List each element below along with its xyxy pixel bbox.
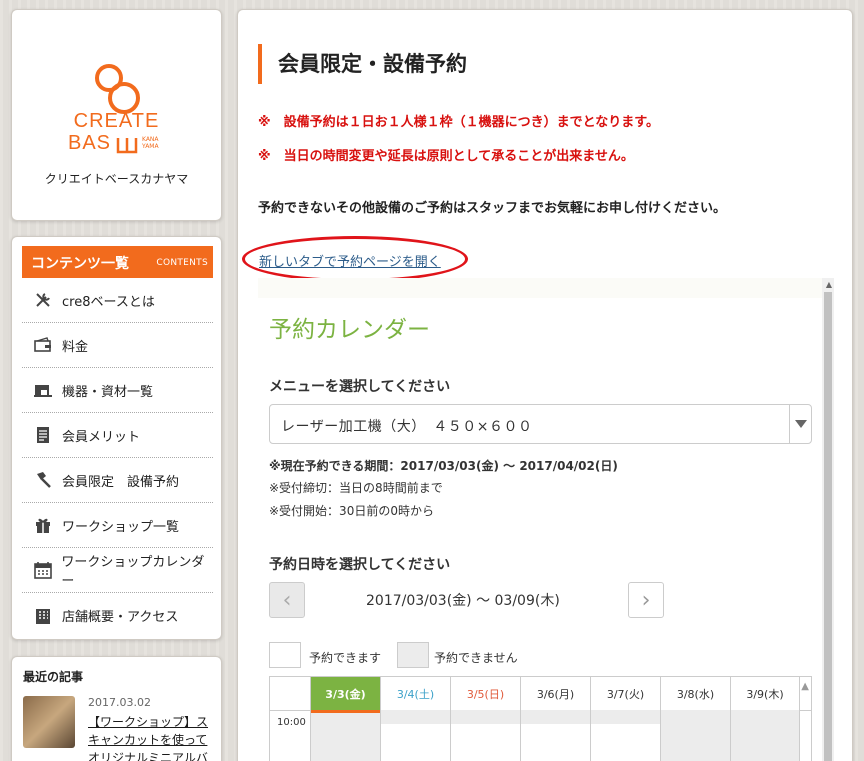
reservation-deadline: ※受付締切：当日の8時間前まで — [269, 481, 443, 495]
recent-posts: 最近の記事 2017.03.02 【ワークショップ】スキャンカットを使ってオリジ… — [11, 656, 222, 761]
chevron-down-icon[interactable] — [789, 405, 811, 443]
timeslot-cell[interactable] — [590, 710, 661, 761]
nav-item-workshop-calendar[interactable]: ワークショップカレンダー — [22, 548, 213, 593]
nav-item-label: 機器・資材一覧 — [62, 384, 154, 400]
sewing-machine-icon — [32, 379, 54, 401]
nav-item-workshop-list[interactable]: ワークショップ一覧 — [22, 503, 213, 548]
legend-unavailable: 予約できません — [434, 651, 518, 665]
post-link[interactable]: 【ワークショップ】スキャンカットを使ってオリジナルミニアルバムを作ろう — [88, 713, 216, 761]
week-range: 2017/03/03(金) ～ 03/09(木) — [366, 593, 560, 609]
timeslot-cell — [730, 710, 800, 761]
date-label: 予約日時を選択してください — [269, 557, 451, 573]
nav-item-member-merit[interactable]: 会員メリット — [22, 413, 213, 458]
logo[interactable]: CREATE BAS KANA YAMA — [12, 54, 221, 168]
tools-icon — [32, 289, 54, 311]
day-header: 3/8(水) — [660, 677, 730, 710]
nav-item-label: 料金 — [62, 339, 89, 355]
scroll-up-icon[interactable]: ▲ — [826, 280, 832, 289]
logo-sub-kana: KANA — [142, 136, 159, 143]
timeslot-grid: 3/3(金) 3/4(土) 3/5(日) 3/6(月) 3/7(火) 3/8(水… — [269, 676, 812, 761]
nav-item-label: cre8ベースとは — [62, 294, 155, 310]
nav-item-label: ワークショップカレンダー — [61, 555, 205, 589]
next-week-button[interactable]: › — [628, 582, 664, 618]
nav-item-reservation[interactable]: 会員限定 設備予約 — [22, 458, 213, 503]
timeslot-cell[interactable] — [450, 710, 521, 761]
scroll-thumb[interactable] — [824, 292, 832, 761]
building-icon — [32, 605, 54, 627]
nav-item-label: 会員メリット — [62, 429, 141, 445]
legend-available-swatch — [269, 642, 301, 668]
timeslot-cell[interactable] — [380, 710, 451, 761]
reservation-start: ※受付開始：30日前の0時から — [269, 504, 434, 518]
day-header-today: 3/3(金) — [310, 677, 380, 710]
reservation-calendar-embed: ▲ 予約カレンダー メニューを選択してください レーザー加工機（大） ４５０×６… — [258, 278, 834, 761]
day-header: 3/9(木) — [730, 677, 800, 710]
embed-scrollbar[interactable]: ▲ — [822, 278, 834, 761]
chevron-left-icon: ‹ — [282, 587, 292, 613]
menu-select-value: レーザー加工機（大） ４５０×６００ — [281, 419, 533, 435]
nav-item-label: 店舗概要・アクセス — [62, 610, 179, 625]
nav-item-about[interactable]: cre8ベースとは — [22, 278, 213, 323]
post-date: 2017.03.02 — [88, 696, 151, 709]
nav-header: コンテンツ一覧 CONTENTS — [22, 246, 213, 278]
nav-item-label: 会員限定 設備予約 — [62, 474, 180, 490]
nav-title: コンテンツ一覧 — [31, 256, 129, 272]
day-header-sun: 3/5(日) — [450, 677, 520, 710]
nav-item-price[interactable]: 料金 — [22, 323, 213, 368]
timeslot-cell — [660, 710, 730, 761]
notice-line-1: ※ 設備予約は１日お１人様１枠（１機器につき）までとなります。 — [258, 115, 659, 130]
day-header-sat: 3/4(土) — [380, 677, 450, 710]
menu-label: メニューを選択してください — [269, 379, 451, 395]
recent-posts-title: 最近の記事 — [23, 670, 84, 684]
timeslot-cell — [310, 710, 381, 761]
prev-week-button[interactable]: ‹ — [269, 582, 305, 618]
legend-unavailable-swatch — [397, 642, 429, 668]
nav-item-equipment[interactable]: 機器・資材一覧 — [22, 368, 213, 413]
legend-available: 予約できます — [309, 651, 382, 665]
hammer-icon — [32, 469, 54, 491]
nav-item-label: ワークショップ一覧 — [62, 519, 180, 535]
nav-item-access[interactable]: 店舗概要・アクセス — [22, 593, 213, 638]
main-content: 会員限定・設備予約 ※ 設備予約は１日お１人様１枠（１機器につき）までとなります… — [237, 9, 853, 761]
gift-icon — [32, 514, 54, 536]
wallet-icon — [32, 334, 54, 356]
today-bar — [311, 710, 381, 713]
logo-text-create: CREATE — [73, 110, 160, 132]
logo-e-glyph-icon — [116, 138, 138, 154]
logo-sub-yama: YAMA — [142, 143, 159, 150]
nav-subtitle: CONTENTS — [156, 258, 208, 268]
post-thumbnail[interactable] — [23, 696, 75, 748]
reservation-period: ※現在予約できる期間：2017/03/03(金) ～ 2017/04/02(日) — [269, 459, 618, 473]
document-icon — [32, 424, 54, 446]
contents-nav: コンテンツ一覧 CONTENTS cre8ベースとは 料金 機器・資材一覧 会員… — [11, 236, 222, 640]
day-header: 3/7(火) — [590, 677, 660, 710]
scroll-up-icon[interactable]: ▲ — [801, 681, 809, 692]
staff-note: 予約できないその他設備のご予約はスタッフまでお気軽にお申し付けください。 — [258, 201, 727, 216]
time-label: 10:00 — [277, 717, 306, 728]
page-title: 会員限定・設備予約 — [258, 44, 467, 84]
logo-card: CREATE BAS KANA YAMA クリエイトベースカナヤマ — [11, 9, 222, 221]
calendar-icon — [32, 559, 53, 581]
site-name: クリエイトベースカナヤマ — [44, 172, 189, 186]
open-in-new-tab-link[interactable]: 新しいタブで予約ページを開く — [259, 251, 441, 270]
logo-text-base: BAS — [68, 132, 112, 154]
menu-select[interactable]: レーザー加工機（大） ４５０×６００ — [269, 404, 812, 444]
day-header: 3/6(月) — [520, 677, 590, 710]
timeslot-cell[interactable] — [520, 710, 591, 761]
notice-line-2: ※ 当日の時間変更や延長は原則として承ることが出来ません。 — [258, 149, 634, 164]
chevron-right-icon: › — [641, 587, 651, 613]
calendar-title: 予約カレンダー — [269, 317, 430, 343]
